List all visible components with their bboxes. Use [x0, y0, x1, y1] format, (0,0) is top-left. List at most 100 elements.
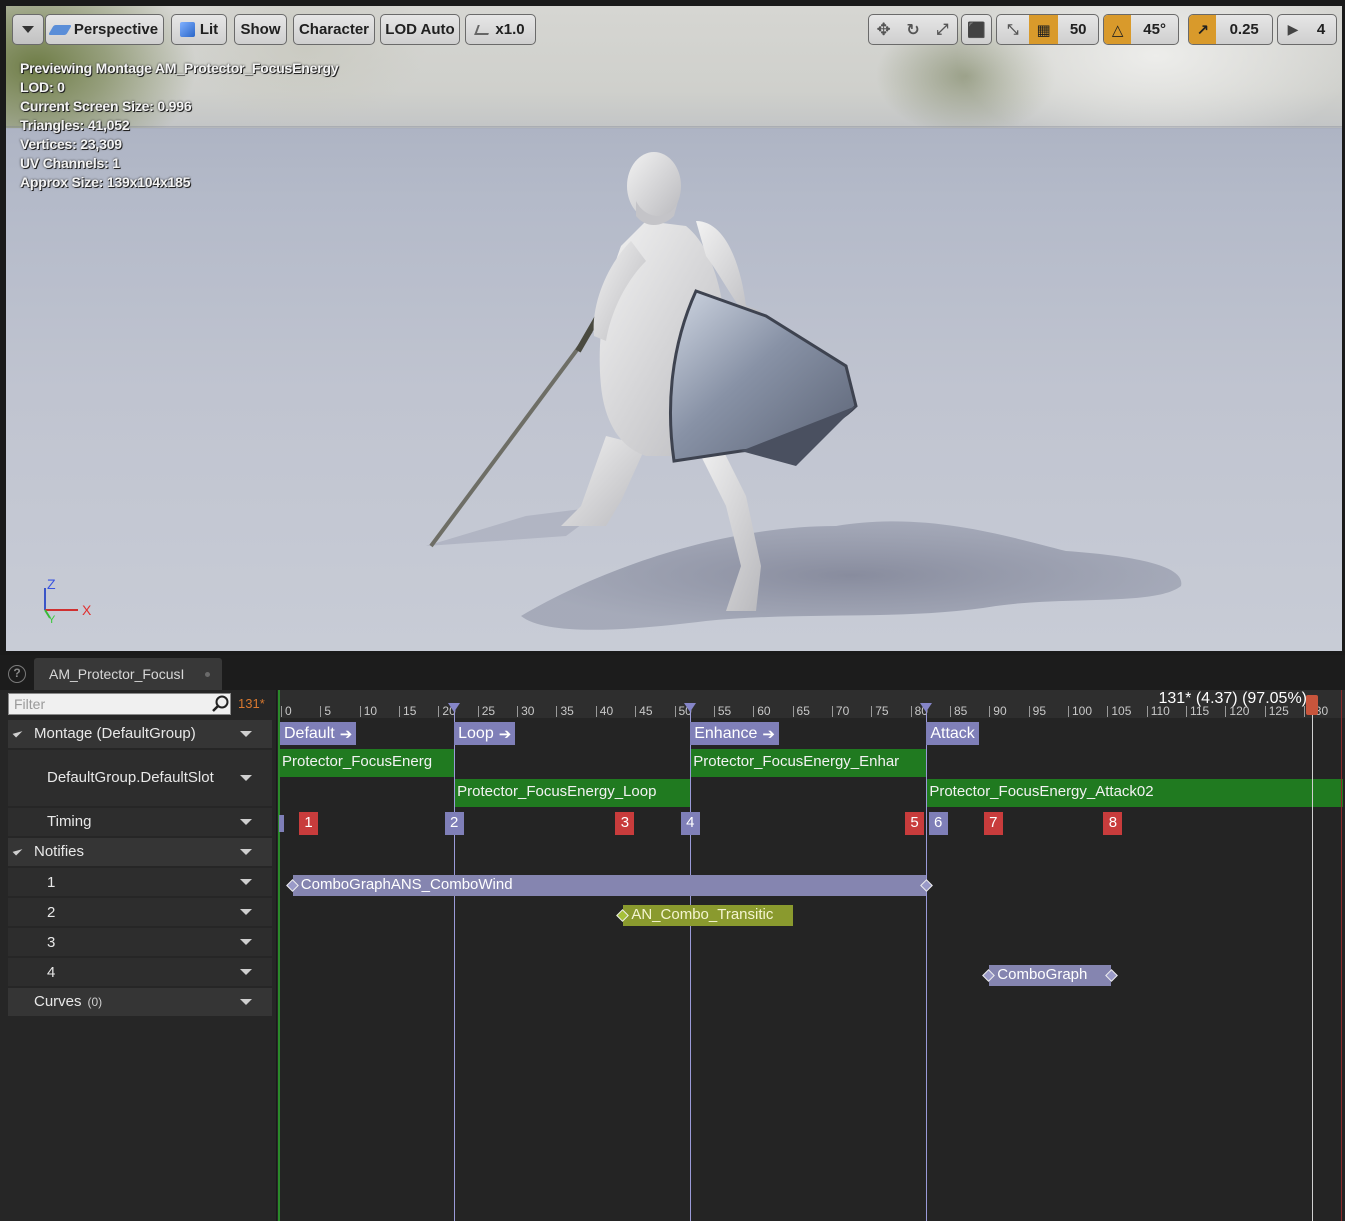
- chevron-down-icon[interactable]: [240, 731, 252, 737]
- montage-segment[interactable]: Protector_FocusEnerg: [280, 749, 455, 777]
- scale-snap-group[interactable]: ↗ 0.25: [1188, 14, 1273, 45]
- stat-approx-size: Approx Size: 139x104x185: [20, 174, 191, 190]
- ruler-tick: [1068, 706, 1069, 717]
- time-readout: 131* (4.37) (97.05%): [1158, 690, 1307, 707]
- chevron-down-icon[interactable]: [240, 969, 252, 975]
- chevron-down-icon[interactable]: [240, 879, 252, 885]
- track-notifies[interactable]: Notifies: [8, 838, 272, 866]
- collapse-arrow-icon[interactable]: [12, 845, 23, 856]
- ruler-tick-label: 5: [324, 704, 332, 718]
- track-timing[interactable]: Timing: [8, 808, 272, 836]
- ruler-tick: [1028, 706, 1030, 717]
- montage-segment[interactable]: Protector_FocusEnergy_Attack02: [927, 779, 1344, 807]
- rotation-snap-icon[interactable]: △: [1104, 15, 1132, 44]
- ruler-tick-label: 65: [796, 704, 810, 718]
- chevron-down-icon[interactable]: [240, 939, 252, 945]
- ruler-tick: [438, 706, 440, 717]
- track-list: Filter 131* Montage (DefaultGroup) Defau…: [0, 690, 277, 1221]
- notify-track-1-label: 1: [47, 874, 56, 891]
- section-line-head[interactable]: [920, 703, 933, 712]
- ruler-tick-label: 75: [875, 704, 889, 718]
- chevron-down-icon[interactable]: [240, 775, 252, 781]
- perspective-button[interactable]: Perspective: [45, 14, 164, 45]
- track-montage[interactable]: Montage (DefaultGroup): [8, 720, 272, 748]
- transform-tools[interactable]: ✥ ↻ ⤢: [868, 14, 958, 45]
- montage-tab[interactable]: AM_Protector_FocusI: [34, 658, 222, 690]
- timing-marker[interactable]: 4: [680, 812, 700, 835]
- section-marker[interactable]: Attack: [926, 722, 979, 745]
- section-marker[interactable]: Default ➔: [280, 722, 357, 745]
- section-marker[interactable]: Enhance ➔: [690, 722, 779, 745]
- timing-marker[interactable]: 3: [615, 812, 635, 835]
- rotation-snap-group[interactable]: △ 45°: [1103, 14, 1179, 45]
- stat-screen-size: Current Screen Size: 0.996: [20, 98, 192, 114]
- timing-marker[interactable]: 6: [928, 812, 948, 835]
- arrow-right-icon: ➔: [762, 725, 775, 743]
- ruler-tick: [281, 706, 282, 717]
- montage-segment[interactable]: Protector_FocusEnergy_Loop: [455, 779, 691, 807]
- notify-track-2[interactable]: 2: [8, 898, 272, 926]
- section-line-head[interactable]: [448, 703, 461, 712]
- camera-speed-group[interactable]: ▶ 4: [1277, 14, 1337, 45]
- playback-speed-button[interactable]: x1.0: [465, 14, 536, 45]
- filter-input[interactable]: Filter: [8, 693, 231, 715]
- search-icon[interactable]: [210, 694, 230, 714]
- ruler-tick: [477, 706, 479, 717]
- track-curves[interactable]: Curves (0): [8, 988, 272, 1016]
- arrow-right-icon: ➔: [498, 725, 512, 743]
- section-line-head[interactable]: [684, 703, 697, 712]
- notify-item[interactable]: ComboGraphANS_ComboWind: [292, 875, 927, 896]
- playhead-handle[interactable]: [1305, 695, 1318, 715]
- scale-snap-value[interactable]: 0.25: [1216, 15, 1272, 44]
- panel-tab-bar: ? AM_Protector_FocusI: [0, 655, 1345, 690]
- help-icon[interactable]: ?: [8, 665, 26, 683]
- montage-segment[interactable]: Protector_FocusEnergy_Enhar: [691, 749, 927, 777]
- tab-close-icon[interactable]: [205, 672, 210, 677]
- camera-speed-value[interactable]: 4: [1308, 15, 1334, 44]
- character-button[interactable]: Character: [293, 14, 375, 45]
- scale-snap-icon[interactable]: ↗: [1189, 15, 1217, 44]
- chevron-down-icon[interactable]: [240, 909, 252, 915]
- notify-item[interactable]: ComboGraph: [989, 965, 1112, 986]
- lit-button[interactable]: Lit: [171, 14, 227, 45]
- show-button[interactable]: Show: [234, 14, 287, 45]
- notify-track-1[interactable]: 1: [8, 868, 272, 896]
- chevron-down-icon[interactable]: [240, 849, 252, 855]
- scale-icon[interactable]: ⤢: [928, 15, 957, 44]
- grid-snap-value[interactable]: 50: [1058, 15, 1098, 44]
- notify-track-3[interactable]: 3: [8, 928, 272, 956]
- world-cube-icon[interactable]: ⬛: [962, 15, 991, 44]
- timing-marker[interactable]: 2: [444, 812, 464, 835]
- surface-snap-icon[interactable]: ⤡: [997, 15, 1029, 44]
- stat-vertices: Vertices: 23,309: [20, 136, 122, 152]
- chevron-down-icon[interactable]: [240, 819, 252, 825]
- timeline-area[interactable]: 0 5 10 15 20 25 30 35 40 45 50 55 60 65 70 75 80 85 90 95 10…: [278, 690, 1345, 1221]
- translate-icon[interactable]: ✥: [869, 15, 898, 44]
- collapse-arrow-icon[interactable]: [12, 727, 23, 738]
- track-default-slot[interactable]: DefaultGroup.DefaultSlot: [8, 750, 272, 806]
- timing-marker[interactable]: 7: [983, 812, 1003, 835]
- timing-marker[interactable]: 5: [905, 812, 925, 835]
- ruler-tick-label: 35: [560, 704, 574, 718]
- notify-item[interactable]: AN_Combo_Transitic: [623, 905, 793, 926]
- notify-track-4[interactable]: 4: [8, 958, 272, 986]
- camera-speed-icon[interactable]: ▶: [1278, 15, 1308, 44]
- viewport-options-button[interactable]: [12, 14, 44, 45]
- viewport[interactable]: Perspective Lit Show Character LOD Auto …: [0, 0, 1345, 655]
- track-timing-label: Timing: [47, 813, 92, 830]
- lod-button[interactable]: LOD Auto: [380, 14, 460, 45]
- ruler-tick: [910, 706, 912, 717]
- coordinate-system-button[interactable]: ⬛: [961, 14, 992, 45]
- rotate-icon[interactable]: ↻: [898, 15, 927, 44]
- timing-marker[interactable]: 8: [1103, 812, 1123, 835]
- section-marker[interactable]: Loop ➔: [454, 722, 516, 745]
- ruler-tick: [753, 706, 755, 717]
- grid-snap-group[interactable]: ⤡ ▦ 50: [996, 14, 1099, 45]
- rotation-snap-value[interactable]: 45°: [1131, 15, 1178, 44]
- viewport-scene[interactable]: Perspective Lit Show Character LOD Auto …: [6, 6, 1342, 651]
- grid-snap-icon[interactable]: ▦: [1028, 15, 1059, 44]
- curves-title: Curves: [34, 993, 82, 1010]
- ruler-tick-label: 15: [403, 704, 417, 718]
- chevron-down-icon[interactable]: [240, 999, 252, 1005]
- timing-marker[interactable]: 1: [299, 812, 319, 835]
